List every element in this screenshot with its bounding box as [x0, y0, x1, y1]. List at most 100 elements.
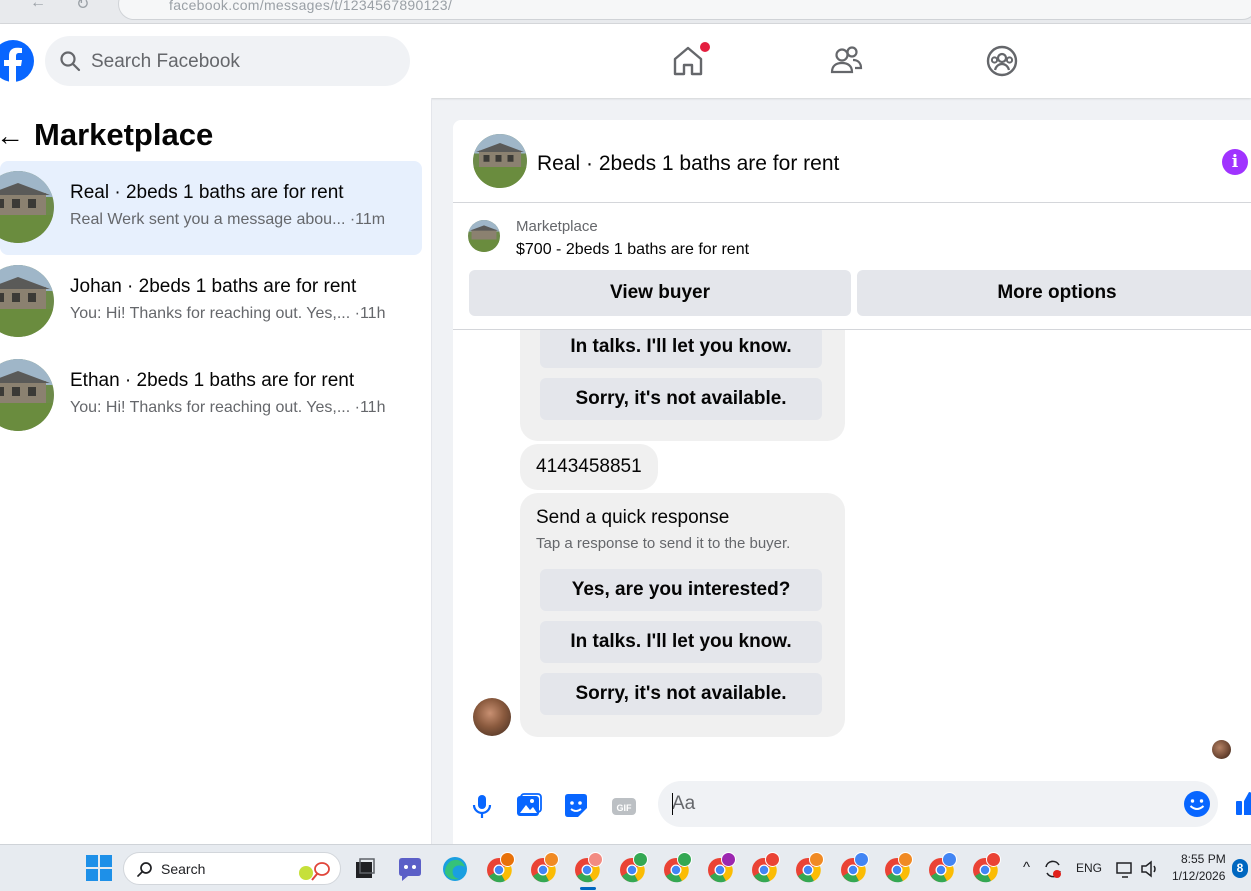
profile-badge	[633, 852, 648, 867]
chrome-profile-active-icon[interactable]	[572, 852, 604, 890]
quick-reply-option[interactable]: In talks. I'll let you know.	[540, 621, 822, 663]
conversation-title: Johan · 2beds 1 baths are for rent	[70, 276, 357, 297]
sync-status-icon[interactable]	[1042, 858, 1064, 880]
search-icon	[137, 862, 152, 877]
chat-window: Real · 2beds 1 baths are for rent i Mark…	[453, 120, 1251, 844]
listing-thumbnail	[0, 265, 54, 337]
profile-badge	[765, 852, 780, 867]
search-placeholder: Search Facebook	[91, 51, 240, 72]
text-caret	[672, 793, 673, 815]
gif-icon[interactable]: GIF	[609, 791, 639, 821]
quick-reply-option[interactable]: Sorry, it's not available.	[540, 378, 822, 420]
conversation-item[interactable]: Johan · 2beds 1 baths are for rent You: …	[0, 255, 422, 349]
phone-number-message: 4143458851	[520, 444, 658, 490]
taskbar-search[interactable]: Search	[123, 852, 341, 885]
conversation-preview: You: Hi! Thanks for reaching out. Yes,..…	[70, 399, 386, 416]
profile-badge	[942, 852, 957, 867]
chrome-profile-green-icon[interactable]	[661, 852, 693, 885]
quick-reply-option[interactable]: Yes, are you interested?	[540, 569, 822, 611]
browser-toolbar: ← ↻ facebook.com/messages/t/123456789012…	[0, 0, 1251, 24]
search-icon	[60, 51, 81, 72]
info-icon[interactable]: i	[1222, 149, 1248, 175]
quick-reply-option[interactable]: Sorry, it's not available.	[540, 673, 822, 715]
quick-response-title: Send a quick response	[536, 507, 730, 528]
profile-badge	[986, 852, 1001, 867]
facebook-search[interactable]: Search Facebook	[45, 36, 410, 86]
profile-badge	[721, 852, 736, 867]
profile-badge	[898, 852, 913, 867]
clock-time[interactable]: 8:55 PM	[1181, 852, 1226, 866]
windows-taskbar: Search ^ ENG 8:55 PM 1/12/2026 8	[0, 844, 1251, 891]
network-icon[interactable]	[1114, 858, 1136, 880]
back-arrow-icon[interactable]: ←	[0, 120, 24, 152]
listing-price-title[interactable]: $700 - 2beds 1 baths are for rent	[516, 241, 749, 259]
address-bar-url: facebook.com/messages/t/1234567890123/	[169, 0, 453, 13]
message-input[interactable]	[658, 781, 1218, 827]
back-nav-icon[interactable]: ←	[30, 0, 46, 12]
profile-badge	[677, 852, 692, 867]
quick-response-subtitle: Tap a response to send it to the buyer.	[536, 535, 791, 552]
facebook-logo-icon[interactable]	[0, 36, 34, 86]
listing-source-label: Marketplace	[516, 218, 598, 235]
sticker-icon[interactable]	[561, 791, 591, 821]
volume-icon[interactable]	[1139, 858, 1161, 880]
reload-icon[interactable]: ↻	[76, 0, 89, 14]
chrome-profile-orange-icon[interactable]	[882, 852, 914, 885]
marketplace-inbox: ← Marketplace Real · 2beds 1 baths are f…	[0, 98, 432, 844]
address-bar[interactable]: facebook.com/messages/t/1234567890123/	[118, 0, 1251, 20]
windows-start-icon[interactable]	[86, 855, 112, 881]
chrome-profile-purple-icon[interactable]	[705, 852, 737, 885]
profile-badge	[544, 852, 559, 867]
home-notification-dot	[700, 42, 710, 52]
chat-app-icon[interactable]	[394, 853, 426, 885]
listing-banner: Marketplace $700 - 2beds 1 baths are for…	[453, 204, 1251, 330]
view-buyer-button[interactable]: View buyer	[469, 270, 851, 316]
chrome-profile-blue-icon[interactable]	[926, 852, 958, 885]
tennis-search-highlight-icon	[299, 862, 330, 881]
chat-header: Real · 2beds 1 baths are for rent i	[453, 120, 1251, 203]
message-composer: GIF	[453, 775, 1251, 844]
quick-reply-option[interactable]: In talks. I'll let you know.	[540, 326, 822, 368]
chrome-profile-blue-icon[interactable]	[838, 852, 870, 885]
notification-count-badge[interactable]: 8	[1232, 859, 1248, 878]
conversation-title: Real · 2beds 1 baths are for rent	[70, 182, 344, 203]
listing-thumbnail	[0, 171, 54, 243]
chrome-profile-orange-icon[interactable]	[528, 852, 560, 885]
chat-avatar[interactable]	[473, 134, 527, 188]
photo-icon[interactable]	[514, 791, 544, 821]
taskbar-search-placeholder: Search	[161, 861, 206, 877]
facebook-header: Search Facebook	[0, 24, 1251, 98]
more-options-button[interactable]: More options	[857, 270, 1251, 316]
chrome-profile-r-icon[interactable]	[484, 852, 516, 885]
chrome-profile-green-icon[interactable]	[617, 852, 649, 885]
chrome-profile-orange-icon[interactable]	[793, 852, 825, 885]
svg-text:GIF: GIF	[617, 803, 633, 813]
chrome-profile-red-icon[interactable]	[970, 852, 1002, 885]
listing-thumbnail	[0, 359, 54, 431]
conversation-preview: Real Werk sent you a message abou... ·11…	[70, 211, 386, 228]
language-indicator[interactable]: ENG	[1076, 861, 1102, 875]
friends-icon[interactable]	[829, 44, 863, 78]
tray-overflow-chevron-icon[interactable]: ^	[1023, 859, 1030, 876]
profile-badge	[854, 852, 869, 867]
quick-response-bubble: Send a quick response Tap a response to …	[520, 493, 845, 737]
edge-browser-icon[interactable]	[439, 853, 471, 885]
task-view-icon[interactable]	[348, 853, 380, 885]
sender-avatar	[473, 698, 511, 736]
profile-badge	[500, 852, 515, 867]
chrome-profile-red-icon[interactable]	[749, 852, 781, 885]
listing-thumbnail[interactable]	[468, 220, 500, 252]
thumbs-up-icon[interactable]	[1233, 789, 1251, 819]
emoji-icon[interactable]	[1182, 789, 1212, 819]
clock-date[interactable]: 1/12/2026	[1172, 869, 1225, 883]
microphone-icon[interactable]	[467, 791, 497, 821]
chat-title[interactable]: Real · 2beds 1 baths are for rent	[537, 152, 839, 176]
profile-badge	[588, 852, 603, 867]
conversation-item[interactable]: Real · 2beds 1 baths are for rent Real W…	[0, 161, 422, 255]
profile-badge	[809, 852, 824, 867]
conversation-item[interactable]: Ethan · 2beds 1 baths are for rent You: …	[0, 349, 422, 443]
groups-icon[interactable]	[985, 44, 1019, 78]
page-title: Marketplace	[34, 117, 214, 152]
conversation-preview: You: Hi! Thanks for reaching out. Yes,..…	[70, 305, 386, 322]
conversation-title: Ethan · 2beds 1 baths are for rent	[70, 370, 355, 391]
